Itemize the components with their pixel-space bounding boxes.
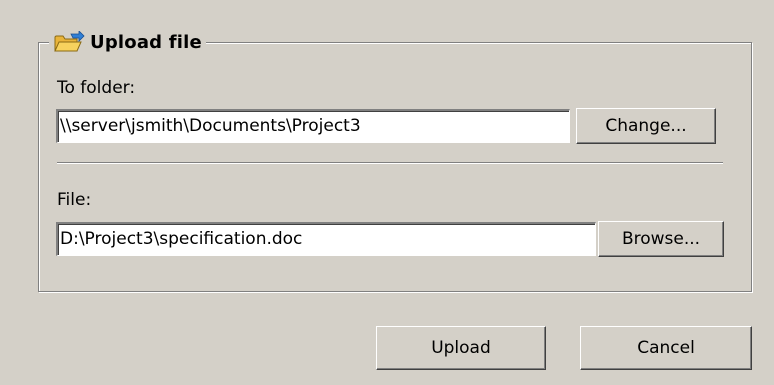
file-label: File: <box>57 190 92 210</box>
upload-button[interactable]: Upload <box>376 326 546 370</box>
section-divider <box>57 162 723 164</box>
browse-button[interactable]: Browse... <box>598 221 724 257</box>
group-title: Upload file <box>90 31 202 53</box>
change-folder-button[interactable]: Change... <box>576 108 716 144</box>
groupbox-header: Upload file <box>49 28 206 56</box>
folder-path-field[interactable]: \\server\jsmith\Documents\Project3 <box>56 109 570 143</box>
upload-file-dialog: Upload file To folder: \\server\jsmith\D… <box>0 0 774 385</box>
folder-upload-icon <box>53 30 85 53</box>
cancel-button[interactable]: Cancel <box>580 326 752 370</box>
to-folder-label: To folder: <box>57 78 136 98</box>
file-path-field[interactable]: D:\Project3\specification.doc <box>56 222 596 256</box>
